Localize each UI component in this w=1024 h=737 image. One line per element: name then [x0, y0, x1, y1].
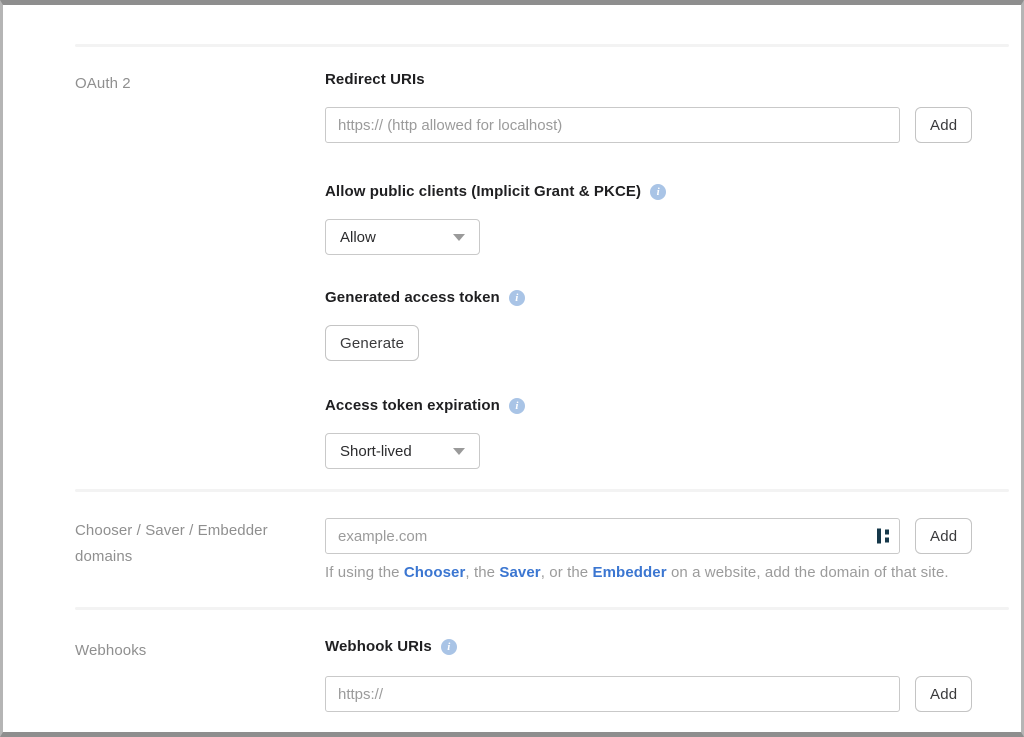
token-expiration-heading: Access token expiration	[325, 397, 500, 414]
redirect-uris-heading: Redirect URIs	[325, 71, 425, 88]
saver-link[interactable]: Saver	[499, 564, 540, 581]
chooser-link[interactable]: Chooser	[404, 564, 466, 581]
section-divider	[75, 607, 1009, 610]
info-icon[interactable]: i	[508, 397, 525, 414]
hint-text: , or the	[540, 564, 593, 581]
embedder-link[interactable]: Embedder	[593, 564, 667, 581]
section-divider-top	[75, 44, 1009, 47]
token-expiration-dropdown[interactable]: Short-lived	[325, 433, 480, 469]
hint-text: If using the	[325, 564, 404, 581]
chevron-down-icon	[453, 233, 465, 241]
oauth2-section-label: OAuth 2	[75, 75, 131, 92]
domain-input[interactable]	[325, 518, 900, 554]
section-oauth2: OAuth 2 Redirect URIs Add Allow public c…	[75, 71, 1009, 469]
app-settings-panel: OAuth 2 Redirect URIs Add Allow public c…	[0, 0, 1024, 737]
redirect-uri-add-button[interactable]: Add	[915, 107, 973, 143]
chevron-down-icon	[453, 447, 465, 455]
webhook-uri-input[interactable]	[325, 676, 900, 712]
hint-text: , the	[465, 564, 500, 581]
domains-hint: If using the Chooser, the Saver, or the …	[325, 564, 1009, 581]
domain-add-button[interactable]: Add	[915, 518, 973, 554]
section-webhooks: Webhooks Webhook URIs i Add	[75, 638, 1009, 712]
webhook-add-button[interactable]: Add	[915, 676, 973, 712]
info-icon[interactable]: i	[650, 183, 667, 200]
generate-token-button[interactable]: Generate	[325, 325, 420, 361]
webhook-uris-heading: Webhook URIs	[325, 638, 432, 655]
info-icon[interactable]: i	[440, 638, 457, 655]
public-clients-dropdown-value: Allow	[340, 228, 376, 246]
info-icon[interactable]: i	[508, 289, 525, 306]
token-expiration-dropdown-value: Short-lived	[340, 442, 412, 460]
public-clients-dropdown[interactable]: Allow	[325, 219, 480, 255]
public-clients-heading: Allow public clients (Implicit Grant & P…	[325, 183, 642, 200]
webhooks-section-label: Webhooks	[75, 642, 147, 659]
section-domains: Chooser / Saver / Embedder domains Add I…	[75, 518, 1009, 581]
redirect-uri-input[interactable]	[325, 107, 900, 143]
section-divider	[75, 489, 1009, 492]
generated-token-heading: Generated access token	[325, 289, 500, 306]
hint-text: on a website, add the domain of that sit…	[666, 564, 949, 581]
domains-section-label: Chooser / Saver / Embedder domains	[75, 522, 268, 565]
